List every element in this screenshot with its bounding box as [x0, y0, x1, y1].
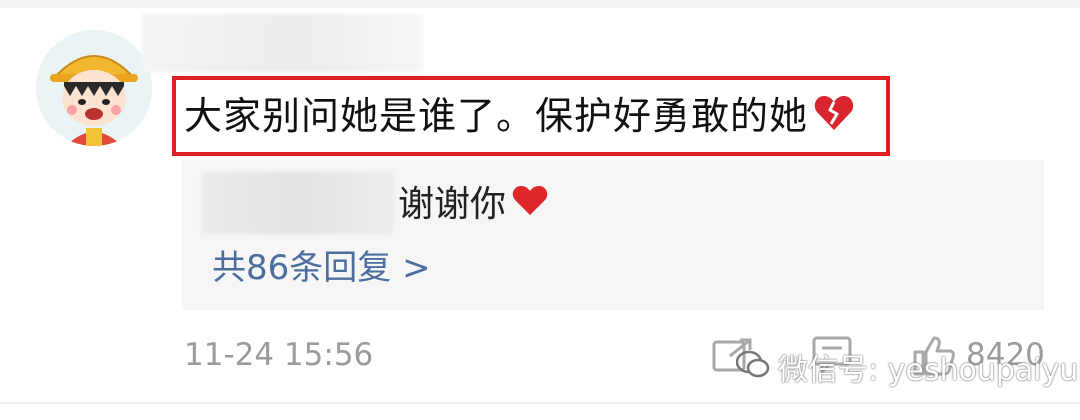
wechat-icon [735, 348, 770, 394]
top-divider [0, 0, 1080, 8]
comment-text: 大家别问她是谁了。保护好勇敢的她 [184, 88, 854, 144]
watermark-text: 微信号: yeshoupaiyule [778, 353, 1080, 388]
comment-body: 大家别问她是谁了。保护好勇敢的她 [184, 94, 809, 138]
heart-icon [512, 179, 548, 233]
broken-heart-icon [814, 91, 854, 147]
username-redacted [142, 14, 424, 72]
comment-timestamp: 11-24 15:56 [184, 337, 374, 373]
reply-text: 谢谢你 [398, 178, 548, 232]
reply-body: 谢谢你 [398, 184, 507, 225]
bottom-divider [0, 402, 1080, 404]
avatar[interactable] [36, 30, 152, 146]
reply-username-redacted [202, 172, 394, 234]
watermark: 微信号: yeshoupaiyule [735, 348, 1080, 394]
more-replies-link[interactable]: 共86条回复 > [212, 242, 431, 294]
avatar-illustration [36, 30, 152, 146]
